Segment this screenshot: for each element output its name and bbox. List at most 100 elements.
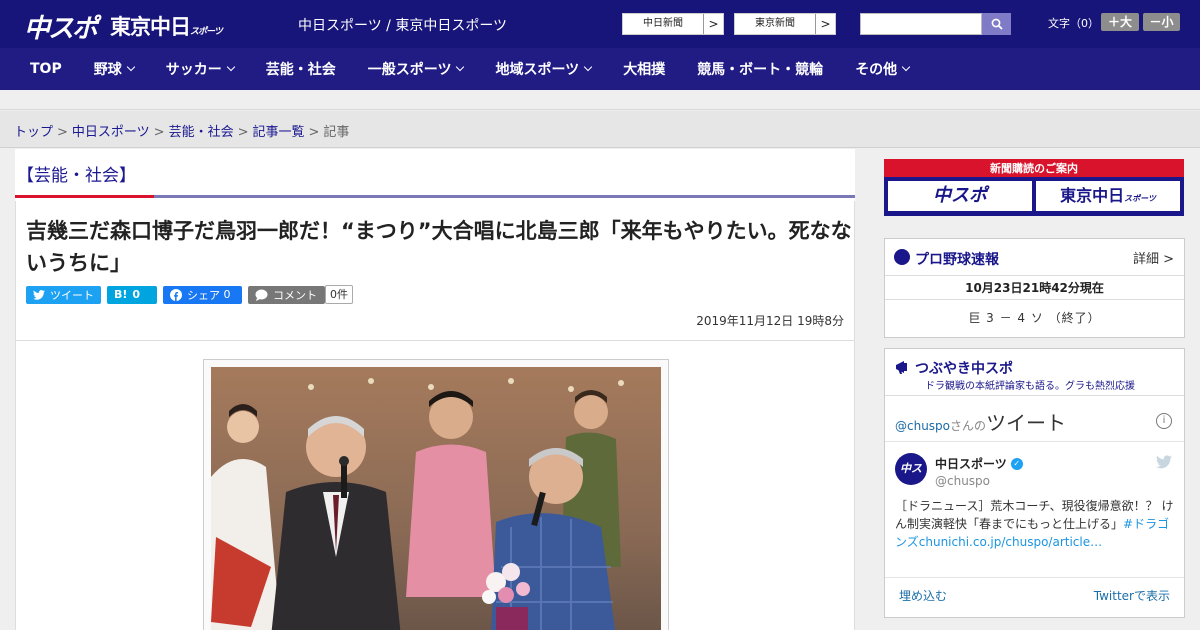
avatar[interactable]: 中スポ [895,453,927,507]
subscribe-tokyo-button[interactable]: 東京中日スポーツ [1036,181,1180,211]
comment-label: コメント [273,288,317,302]
nav-general-sports[interactable]: 一般スポーツ [367,59,465,79]
comment-count: 0件 [325,285,353,304]
breadcrumb: トップ > 中日スポーツ > 芸能・社会 > 記事一覧 > 記事 [14,121,349,140]
photo-area [15,341,855,630]
nav-label: その他 [855,62,898,78]
breadcrumb-chunichi-sports[interactable]: 中日スポーツ [72,125,150,140]
breadcrumb-current: 記事 [323,125,350,140]
nav-label: 芸能・社会 [265,62,336,78]
tweet-account-name[interactable]: 中日スポーツ ✓ [935,455,1023,472]
chevron-right-icon: > [703,14,723,34]
breadcrumb-separator: > [308,125,320,140]
article-headline: 吉幾三だ森口博子だ鳥羽一郎だ！“まつり”大合唱に北島三郎「来年もやりたい。死なな… [26,219,852,275]
facebook-count: 0 [223,288,231,301]
nav-other[interactable]: その他 [855,59,911,79]
divider [885,299,1184,300]
article-header: 吉幾三だ森口博子だ鳥羽一郎だ！“まつり”大合唱に北島三郎「来年もやりたい。死なな… [15,201,855,341]
nav-racing[interactable]: 競馬・ボート・競輪 [697,59,823,79]
baseball-detail-link[interactable]: 詳細 > [1133,248,1174,267]
facebook-share-label: シェア [187,288,220,302]
nav-label: TOP [30,61,62,77]
twitter-bird-icon[interactable] [1156,455,1172,469]
baseball-header: プロ野球速報 詳細 > [885,239,1184,276]
nav-entertainment[interactable]: 芸能・社会 [266,59,336,79]
top-header: 中スポ 東京中日スポーツ 中日スポーツ / 東京中日スポーツ 中日新聞 > 東京… [0,0,1200,48]
chunichi-shimbun-label: 中日新聞 [643,18,683,29]
baseball-score[interactable]: 巨 3 － 4 ソ （終了） [885,309,1184,326]
tokyo-logo-small: スポーツ [190,27,223,37]
timeline-handle[interactable]: @chuspo [895,419,950,433]
breadcrumb-separator: > [57,125,68,140]
subscribe-chuspo-button[interactable]: 中スポ [888,181,1032,211]
chevron-down-icon [456,62,465,72]
category-underline-accent [15,195,154,198]
comment-button[interactable]: コメント [248,285,325,304]
font-smaller-button[interactable]: －小 [1143,13,1180,31]
tweet-screen-name[interactable]: @chuspo [935,474,990,488]
chevron-down-icon [583,62,593,72]
main-nav: TOP 野球 サッカー 芸能・社会 一般スポーツ 地域スポーツ 大相撲 競馬・ボ… [0,48,1200,90]
nav-baseball[interactable]: 野球 [93,59,135,79]
baseball-icon [894,249,910,265]
tweet-text: ［ドラニュース］荒木コーチ、現役復帰意欲！？ けん制実演軽快「春までにもっと仕上… [895,497,1175,551]
subscribe-tokyo-label: 東京中日 [1060,186,1125,205]
subscription-banner: 新聞購読のご案内 中スポ 東京中日スポーツ [884,159,1184,216]
breadcrumb-article-list[interactable]: 記事一覧 [253,125,305,140]
breadcrumb-entertainment[interactable]: 芸能・社会 [169,125,234,140]
stage-photo-illustration [211,367,661,630]
tokyo-chunichi-logo[interactable]: 東京中日スポーツ [110,11,223,41]
tweet-button[interactable]: ツイート [26,285,101,304]
category-underline [154,195,855,198]
baseball-update-time: 10月23日21時42分現在 [965,281,1104,295]
chevron-down-icon [226,62,235,72]
nav-label: 大相撲 [623,62,666,78]
baseball-score-widget: プロ野球速報 詳細 > 10月23日21時42分現在 巨 3 － 4 ソ （終了… [884,238,1185,338]
megaphone-icon [896,361,907,374]
category-label: 【芸能・社会】 [17,166,136,186]
view-on-twitter-link[interactable]: Twitterで表示 [1094,587,1170,604]
nav-sumo[interactable]: 大相撲 [623,59,665,79]
info-icon[interactable]: i [1156,413,1172,429]
hatena-icon: B! [114,288,128,301]
subscribe-tokyo-small: スポーツ [1124,194,1156,203]
account-name-text: 中日スポーツ [935,457,1007,471]
hatena-count: 0 [132,288,141,301]
search-input[interactable] [860,13,982,35]
nav-label: 地域スポーツ [495,62,580,78]
facebook-share-button[interactable]: シェア 0 [163,285,242,304]
article-photo[interactable] [211,367,661,630]
share-buttons: ツイート B! 0 シェア 0 コメント 0件 [26,285,353,304]
chunichi-shimbun-link[interactable]: 中日新聞 > [622,13,724,35]
timeline-heading: @chuspoさんのツイート [895,407,1066,436]
breadcrumb-separator: > [153,125,165,140]
font-size-label: 文字（0） [1048,17,1099,30]
verified-badge-icon: ✓ [1010,457,1023,470]
nav-local-sports[interactable]: 地域スポーツ [495,59,593,79]
embed-link[interactable]: 埋め込む [899,587,947,604]
nav-label: サッカー [165,62,222,78]
tokyo-shimbun-link[interactable]: 東京新聞 > [734,13,836,35]
font-bigger-button[interactable]: ＋大 [1101,13,1139,31]
site-title: 中日スポーツ / 東京中日スポーツ [298,18,508,34]
search-button[interactable] [982,13,1011,35]
chevron-down-icon [126,62,135,72]
search-icon [991,18,1003,30]
timeline-handle-suffix: さんの [950,419,987,433]
chuspo-logo[interactable]: 中スポ [24,8,98,45]
nav-soccer[interactable]: サッカー [165,59,235,79]
divider [885,395,1184,396]
hatena-bookmark-button[interactable]: B! 0 [107,285,157,304]
chevron-down-icon [901,62,911,72]
divider [885,441,1184,442]
nav-label: 野球 [93,62,122,78]
nav-label: 一般スポーツ [367,62,452,78]
twitter-icon [33,289,45,300]
breadcrumb-bar: トップ > 中日スポーツ > 芸能・社会 > 記事一覧 > 記事 [0,111,1200,148]
comment-bubble-icon [255,289,268,301]
twitter-widget: つぶやき中スポ ドラ観戦の本紙評論家も語る。グラも熱烈応援 @chuspoさんの… [884,348,1185,618]
article-main: 【芸能・社会】 吉幾三だ森口博子だ鳥羽一郎だ！“まつり”大合唱に北島三郎「来年も… [15,149,855,630]
nav-top[interactable]: TOP [30,61,62,77]
breadcrumb-top[interactable]: トップ [14,125,53,140]
facebook-icon [170,288,182,301]
